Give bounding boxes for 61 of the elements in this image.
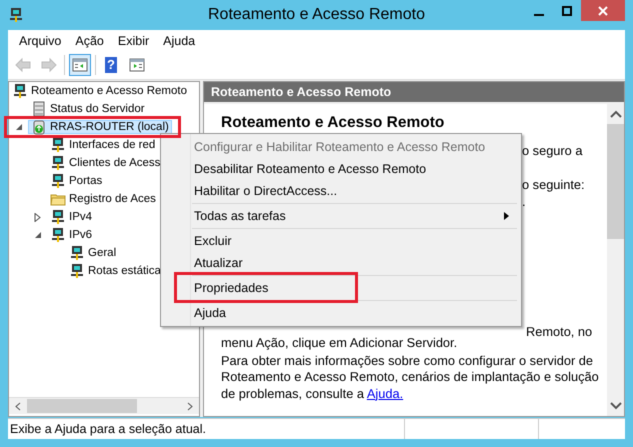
- computer-icon: [12, 83, 28, 99]
- submenu-arrow-icon: [504, 212, 509, 220]
- vertical-scrollbar[interactable]: [607, 104, 624, 416]
- tree-item[interactable]: Clientes de Acess: [47, 156, 164, 170]
- computer-icon: [50, 209, 66, 225]
- help-button[interactable]: ?: [100, 54, 122, 76]
- window-icon: [129, 57, 145, 73]
- status-text: Exibe a Ajuda para a seleção atual.: [9, 421, 207, 438]
- tree-item[interactable]: Interfaces de red: [47, 138, 158, 152]
- menu-item[interactable]: Ajuda: [156, 34, 202, 48]
- scroll-down-icon[interactable]: [610, 402, 622, 410]
- left-arrow-icon: [15, 57, 31, 73]
- horizontal-scrollbar[interactable]: [9, 397, 199, 414]
- menu-item[interactable]: Habilitar o DirectAccess...: [163, 180, 519, 202]
- tree-item[interactable]: Rotas estática: [66, 264, 164, 278]
- tree-item[interactable]: Registro de Aces: [47, 192, 159, 206]
- computer-icon: [8, 7, 24, 23]
- paragraph: Para obter mais informações sobre como configurar o servidor de Roteamento e Acesso Remoto, cenários de implantação e solução de problemas, consulte a Ajuda.: [221, 352, 600, 402]
- minimize-icon: [534, 14, 544, 16]
- close-button[interactable]: [581, 0, 625, 21]
- scroll-right-icon[interactable]: [187, 402, 193, 410]
- scroll-up-icon[interactable]: [610, 110, 622, 118]
- server-icon: [31, 101, 47, 117]
- window-icon: [72, 57, 88, 73]
- menu-item[interactable]: Excluir: [163, 230, 519, 252]
- tree-item[interactable]: Roteamento e Acesso Remoto: [9, 84, 190, 98]
- menu-item[interactable]: Ação: [68, 34, 111, 48]
- maximize-icon: [562, 6, 572, 16]
- menu-item[interactable]: Ajuda: [163, 302, 519, 324]
- menu-item[interactable]: Propriedades: [163, 277, 519, 299]
- paragraph-fragment: o seguinte:: [522, 176, 586, 193]
- server-icon: [31, 119, 47, 135]
- paragraph-fragment: .: [522, 193, 527, 210]
- computer-icon: [50, 155, 66, 171]
- panel-button[interactable]: [69, 54, 91, 76]
- window-title: Roteamento e Acesso Remoto: [208, 6, 425, 24]
- menu-item[interactable]: Atualizar: [163, 252, 519, 274]
- tree-item[interactable]: Portas: [47, 174, 106, 188]
- menu-item[interactable]: Arquivo: [12, 34, 68, 48]
- computer-icon: [50, 137, 66, 153]
- tree-item[interactable]: Geral: [66, 246, 120, 260]
- pane-header: Roteamento e Acesso Remoto: [204, 82, 624, 102]
- scroll-left-icon[interactable]: [15, 402, 21, 410]
- heading: Roteamento e Acesso Remoto: [221, 114, 446, 132]
- menu-item[interactable]: Desabilitar Roteamento e Acesso Remoto: [163, 158, 519, 180]
- help-link[interactable]: Ajuda.: [366, 386, 404, 400]
- tree-item[interactable]: Status do Servidor: [28, 102, 148, 116]
- close-icon: [598, 6, 608, 16]
- tree-item[interactable]: IPv6: [47, 228, 96, 242]
- tree-item[interactable]: IPv4: [47, 210, 96, 224]
- menu-item[interactable]: Exibir: [110, 34, 156, 48]
- right-arrow-icon: [41, 57, 57, 73]
- paragraph: menu Ação, clique em Adicionar Servidor.: [221, 335, 458, 352]
- computer-icon: [50, 173, 66, 189]
- paragraph-fragment: o seguro a: [522, 142, 584, 159]
- computer-icon: [50, 227, 66, 243]
- tree-item[interactable]: RRAS-ROUTER (local): [28, 120, 172, 134]
- paragraph-fragment: Remoto, no: [525, 323, 594, 340]
- computer-icon: [69, 263, 85, 279]
- menu-item[interactable]: Todas as tarefas: [163, 205, 519, 227]
- computer-icon: [69, 245, 85, 261]
